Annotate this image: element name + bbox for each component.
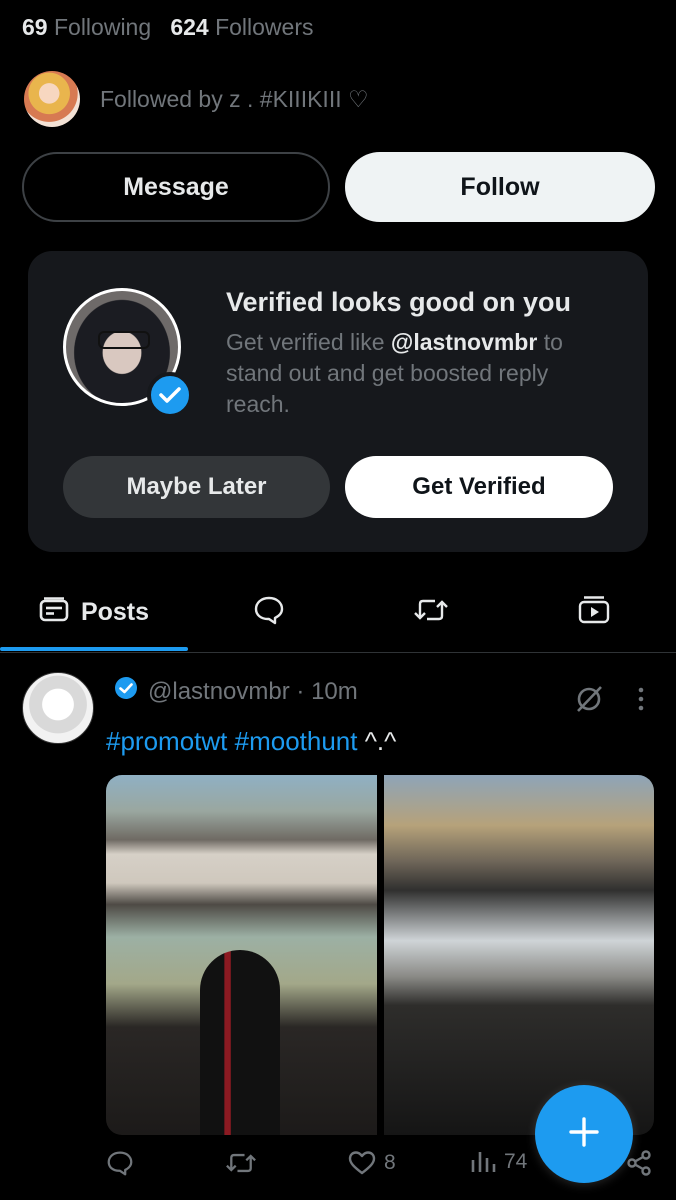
followed-by-text: Followed by z . #KIIIKIII ♡ <box>100 85 369 112</box>
profile-tabs: Posts <box>0 572 676 653</box>
replies-icon <box>253 595 285 630</box>
verified-badge-icon <box>114 676 138 707</box>
get-verified-button[interactable]: Get Verified <box>345 456 613 518</box>
promo-desc-handle[interactable]: @lastnovmbr <box>391 329 537 355</box>
message-button[interactable]: Message <box>22 152 330 222</box>
verified-badge-icon <box>147 372 193 418</box>
view-count: 74 <box>504 1150 528 1173</box>
promo-description: Get verified like @lastnovmbr to stand o… <box>226 327 616 420</box>
like-count: 8 <box>384 1151 396 1174</box>
active-tab-indicator <box>0 647 188 651</box>
post-image-1-person <box>200 950 280 1135</box>
compose-button[interactable] <box>535 1085 633 1183</box>
post-image-2[interactable] <box>384 775 654 1135</box>
post-text: #promotwt #moothunt ^.^ <box>106 726 396 757</box>
following-label: Following <box>53 14 152 40</box>
repost-button[interactable] <box>226 1150 264 1176</box>
share-button[interactable] <box>626 1150 660 1176</box>
follow-button[interactable]: Follow <box>345 152 655 222</box>
post-header: @lastnovmbr · 10m <box>114 676 358 707</box>
following-count: 69 <box>22 14 48 40</box>
promo-title: Verified looks good on you <box>226 287 572 317</box>
post-time: · 10m <box>296 677 358 705</box>
reposts-icon <box>414 596 448 629</box>
like-button[interactable]: 8 <box>348 1150 396 1176</box>
posts-icon <box>39 596 69 628</box>
tab-media[interactable] <box>512 572 676 652</box>
tab-reposts[interactable] <box>350 572 512 652</box>
views-button[interactable]: 74 <box>470 1150 527 1174</box>
followed-by-row[interactable]: Followed by z . #KIIIKIII ♡ <box>24 70 369 128</box>
media-icon <box>578 595 610 630</box>
post-author-avatar[interactable] <box>22 672 94 744</box>
hashtag-promotwt[interactable]: #promotwt <box>106 726 227 756</box>
maybe-later-button[interactable]: Maybe Later <box>63 456 330 518</box>
tab-posts[interactable]: Posts <box>0 572 188 652</box>
tab-posts-label: Posts <box>80 597 150 626</box>
followers-link[interactable]: 624 Followers <box>170 14 313 40</box>
more-options-icon[interactable] <box>634 684 648 719</box>
grok-icon[interactable] <box>574 684 604 719</box>
reply-button[interactable] <box>106 1150 142 1176</box>
tab-replies[interactable] <box>188 572 350 652</box>
promo-desc-prefix: Get verified like <box>226 329 391 355</box>
following-link[interactable]: 69 Following <box>22 14 151 40</box>
plus-icon <box>568 1116 600 1153</box>
profile-stats: 69 Following 624 Followers <box>22 14 314 41</box>
follower-avatar <box>24 71 80 127</box>
hashtag-moothunt[interactable]: #moothunt <box>235 726 358 756</box>
post-text-tail: ^.^ <box>357 726 397 756</box>
post-handle[interactable]: @lastnovmbr <box>148 678 290 706</box>
followers-count: 624 <box>170 14 209 40</box>
followers-label: Followers <box>215 14 314 40</box>
